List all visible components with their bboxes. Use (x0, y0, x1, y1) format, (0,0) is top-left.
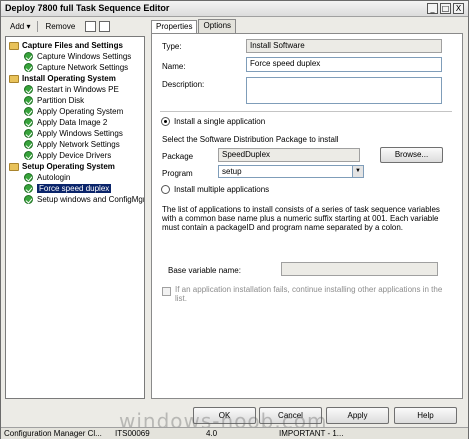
check-icon (24, 184, 33, 193)
name-label: Name: (162, 62, 186, 71)
tree-item-label: Capture Files and Settings (22, 41, 123, 50)
tree-item-apply-operating-system[interactable]: Apply Operating System (24, 106, 123, 117)
status-site: ITS00069 (115, 429, 150, 438)
task-sequence-tree[interactable]: Capture Files and Settings Capture Windo… (5, 36, 145, 399)
tree-toolbar: Add ▾ Remove (5, 20, 151, 33)
tree-item-label: Apply Windows Settings (37, 129, 123, 138)
tree-item-autologin[interactable]: Autologin (24, 172, 70, 183)
base-variable-field (281, 262, 438, 276)
tree-item-restart-in-windows-pe[interactable]: Restart in Windows PE (24, 84, 119, 95)
check-icon (24, 140, 33, 149)
tree-item-label: Install Operating System (22, 74, 116, 83)
package-field: SpeedDuplex (218, 148, 360, 162)
select-package-text: Select the Software Distribution Package… (162, 135, 339, 144)
chevron-down-icon[interactable]: ▼ (352, 166, 363, 177)
check-icon (24, 52, 33, 61)
tree-item-label: Setup Operating System (22, 162, 115, 171)
help-button[interactable]: Help (394, 407, 457, 424)
continue-on-failure-checkbox[interactable] (162, 287, 171, 296)
tree-item-label: Capture Network Settings (37, 63, 129, 72)
status-bar: Configuration Manager Cl... ITS00069 4.0… (1, 427, 468, 439)
tree-item-label: Partition Disk (37, 96, 85, 105)
check-icon (24, 63, 33, 72)
add-button[interactable]: Add ▾ (5, 22, 35, 31)
tree-item-label: Restart in Windows PE (37, 85, 119, 94)
tree-item-label: Capture Windows Settings (37, 52, 132, 61)
properties-panel: Type: Install Software Name: Force speed… (151, 33, 463, 399)
type-field: Install Software (246, 39, 442, 53)
install-multiple-label: Install multiple applications (174, 185, 270, 194)
type-label: Type: (162, 42, 182, 51)
tree-item-label: Apply Device Drivers (37, 151, 112, 160)
tree-item-force-speed-duplex[interactable]: Force speed duplex (24, 183, 112, 194)
install-multiple-radio[interactable] (161, 185, 170, 194)
tree-item-label: Autologin (37, 173, 71, 182)
folder-icon (9, 162, 19, 171)
status-version: 4.0 (206, 429, 218, 438)
tree-item-partition-disk[interactable]: Partition Disk (24, 95, 84, 106)
minimize-button[interactable]: _ (427, 3, 438, 14)
move-up-icon[interactable] (85, 21, 97, 32)
check-icon (24, 151, 33, 160)
tree-item-setup-windows-configmgr[interactable]: Setup windows and ConfigMgr (24, 194, 145, 205)
status-app: Configuration Manager Cl... (4, 429, 102, 438)
maximize-button[interactable]: □ (440, 3, 451, 14)
package-label: Package (162, 152, 194, 161)
title-bar[interactable]: Deploy 7800 full Task Sequence Editor _ … (1, 1, 468, 17)
toolbar-divider (37, 21, 39, 32)
name-field[interactable]: Force speed duplex (246, 57, 442, 72)
tree-item-capture-windows-settings[interactable]: Capture Windows Settings (24, 51, 131, 62)
tree-item-label: Setup windows and ConfigMgr (37, 195, 145, 204)
tree-item-label: Apply Operating System (37, 107, 124, 116)
program-select[interactable]: setup ▼ (218, 165, 364, 178)
tree-item-capture-network-settings[interactable]: Capture Network Settings (24, 62, 128, 73)
remove-button[interactable]: Remove (40, 22, 80, 31)
tree-item-label: Apply Data Image 2 (37, 118, 108, 127)
close-button[interactable]: X (453, 3, 464, 14)
move-down-icon[interactable] (99, 21, 111, 32)
tree-item-label: Force speed duplex (37, 184, 112, 193)
property-tabs: Properties Options (151, 19, 237, 34)
description-label: Description: (162, 80, 205, 89)
tree-item-apply-device-drivers[interactable]: Apply Device Drivers (24, 150, 111, 161)
apply-button[interactable]: Apply (326, 407, 389, 424)
task-sequence-editor-window: Deploy 7800 full Task Sequence Editor _ … (0, 0, 469, 439)
folder-icon (9, 74, 19, 83)
check-icon (24, 96, 33, 105)
program-value: setup (222, 167, 242, 176)
section-divider (160, 111, 452, 112)
tab-options[interactable]: Options (198, 19, 237, 33)
description-field[interactable] (246, 77, 442, 104)
tree-item-apply-windows-settings[interactable]: Apply Windows Settings (24, 128, 123, 139)
window-title: Deploy 7800 full Task Sequence Editor (5, 3, 170, 13)
check-icon (24, 85, 33, 94)
install-single-label: Install a single application (174, 117, 266, 126)
continue-on-failure-label: If an application installation fails, co… (175, 285, 443, 303)
check-icon (24, 195, 33, 204)
check-icon (24, 118, 33, 127)
status-info: IMPORTANT - 1... (279, 429, 344, 438)
check-icon (24, 173, 33, 182)
tab-properties[interactable]: Properties (151, 20, 198, 34)
program-label: Program (162, 169, 193, 178)
tree-item-apply-network-settings[interactable]: Apply Network Settings (24, 139, 120, 150)
multiple-description: The list of applications to install cons… (162, 205, 440, 232)
add-label: Add (10, 22, 25, 31)
browse-button[interactable]: Browse... (380, 147, 443, 163)
tree-group-install-os[interactable]: Install Operating System (9, 73, 116, 84)
base-variable-label: Base variable name: (168, 266, 241, 275)
tree-item-label: Apply Network Settings (37, 140, 120, 149)
tree-item-apply-data-image[interactable]: Apply Data Image 2 (24, 117, 107, 128)
tree-group-capture[interactable]: Capture Files and Settings (9, 40, 123, 51)
check-icon (24, 129, 33, 138)
install-single-radio[interactable] (161, 117, 170, 126)
check-icon (24, 107, 33, 116)
tree-group-setup-os[interactable]: Setup Operating System (9, 161, 115, 172)
folder-icon (9, 41, 19, 50)
